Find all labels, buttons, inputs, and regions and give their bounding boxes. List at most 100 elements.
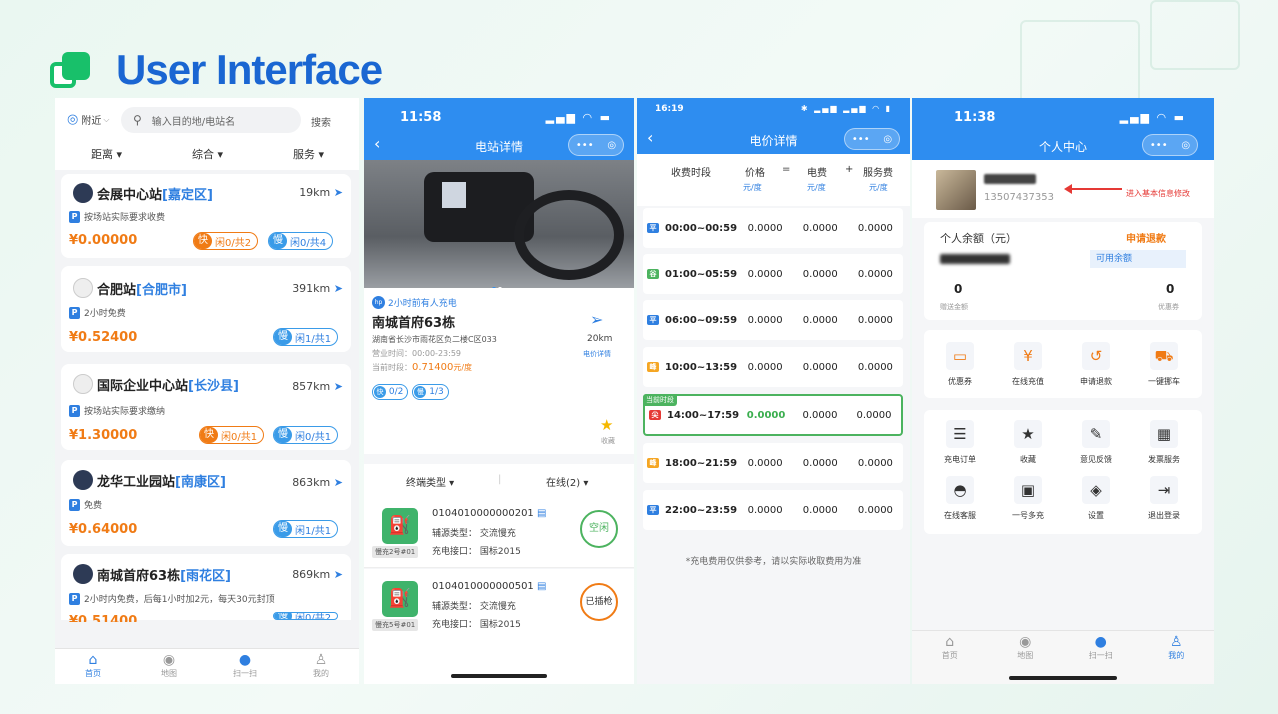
page-title: User Interface bbox=[116, 46, 383, 93]
station-district: [南康区] bbox=[175, 474, 226, 490]
price-footnote: *充电费用仅供参考，请以实际收取费用为准 bbox=[685, 557, 862, 567]
search-placeholder: 输入目的地/电站名 bbox=[151, 116, 236, 128]
price-row: 峰 10:00~13:59 0.0000 0.0000 0.0000 bbox=[643, 347, 903, 387]
miniapp-capsule[interactable]: ••• ◎ bbox=[1142, 134, 1198, 156]
grid-item-recharge[interactable]: ¥ 在线充值 bbox=[996, 342, 1060, 387]
grid-item-logout[interactable]: ⇥ 退出登录 bbox=[1132, 476, 1196, 521]
terminal-id: 0104010000000501 ▤ bbox=[432, 581, 547, 592]
grid-item-invoice[interactable]: ▦ 发票服务 bbox=[1132, 420, 1196, 465]
station-price: ¥0.51400 bbox=[69, 614, 138, 622]
refund-link[interactable]: 申请退款 bbox=[1126, 230, 1166, 245]
station-card[interactable]: 龙华工业园站 [南康区] 863km ➤ P 免费 ¥0.64000 慢闲1/共1 bbox=[61, 460, 351, 546]
coupon-count: 0 bbox=[1166, 282, 1175, 296]
station-card[interactable]: 会展中心站 [嘉定区] 19km ➤ P 按场站实际要求收费 ¥0.00000 快闲… bbox=[61, 174, 351, 258]
nav-bar: 16:19 ✱ ▂▄▆ ▂▄▆ ◠ ▮ ‹ 电价详情 ••• ◎ bbox=[637, 98, 910, 154]
slow-charger-badge: 慢闲0/共2 bbox=[273, 612, 339, 620]
current-period-tag: 当前时段 bbox=[643, 394, 677, 406]
status-time: 11:58 bbox=[400, 110, 442, 125]
navigate-icon: ➤ bbox=[333, 282, 343, 295]
business-hours: 营业时间：00:00-23:59 bbox=[372, 349, 461, 358]
station-card[interactable]: 合肥站 [合肥市] 391km ➤ P 2小时免费 ¥0.52400 慢闲1/共1 bbox=[61, 266, 351, 352]
grid-item-move-car[interactable]: ⛟ 一键挪车 bbox=[1132, 342, 1196, 387]
station-name: 南城首府63栋 bbox=[372, 316, 456, 331]
miniapp-capsule[interactable]: ••• ◎ bbox=[568, 134, 624, 156]
filter-service[interactable]: 服务 ▾ bbox=[293, 146, 324, 162]
period-valley-icon: 谷 bbox=[647, 269, 659, 279]
price-row: 平 06:00~09:59 0.0000 0.0000 0.0000 bbox=[643, 300, 903, 340]
tab-bar: ⌂ 首页 ◉ 地图 ● 扫一扫 ♙ 我的 bbox=[912, 630, 1214, 670]
grid-item-refund[interactable]: ↺ 申请退款 bbox=[1064, 342, 1128, 387]
fast-charger-badge: 快闲0/共2 bbox=[193, 232, 259, 250]
grid-item-favorites[interactable]: ★ 收藏 bbox=[996, 420, 1060, 465]
status-badge: 已插枪 bbox=[580, 583, 618, 621]
service-grid: ☰ 充电订单 ★ 收藏 ✎ 意见反馈 ▦ 发票服务 ◓ 在线客服 ▣ 一号多充 ◈ 设置 ⇥ 退… bbox=[924, 410, 1202, 534]
page-header: User Interface bbox=[48, 46, 383, 94]
star-icon[interactable]: ★ bbox=[600, 416, 613, 434]
tab-map[interactable]: ◉ 地图 bbox=[988, 631, 1064, 670]
filter-online[interactable]: 在线(2) ▾ bbox=[546, 474, 588, 489]
location-selector[interactable]: ◎ 附近 ⌵ bbox=[67, 112, 109, 127]
parking-note: 免费 bbox=[84, 501, 103, 511]
tab-scan[interactable]: ● 扫一扫 bbox=[207, 649, 283, 684]
terminal-tag: 慢充2号#01 bbox=[372, 546, 419, 558]
multi-charge-icon: ▣ bbox=[1014, 476, 1042, 504]
profile-section[interactable]: 13507437353 进入基本信息修改 bbox=[912, 160, 1214, 218]
tab-scan[interactable]: ● 扫一扫 bbox=[1063, 631, 1139, 670]
fast-charger-badge: 快闲0/共1 bbox=[199, 426, 265, 444]
close-circle-icon: ◎ bbox=[1181, 139, 1191, 151]
edit-hint: 进入基本信息修改 bbox=[1126, 189, 1190, 198]
period-peak-icon: 峰 bbox=[647, 458, 659, 468]
gift-amount: 0 bbox=[954, 282, 963, 296]
logo-icon bbox=[48, 50, 94, 90]
navigate-icon[interactable]: ➢ bbox=[590, 310, 603, 329]
station-avatar bbox=[73, 278, 93, 298]
terminal-item[interactable]: ⛽ 慢充2号#01 0104010000000201 ▤ 辅源类型： 交流慢充 … bbox=[364, 496, 634, 568]
scan-icon: ● bbox=[238, 652, 252, 668]
charger-icon: ⛽ bbox=[382, 508, 418, 544]
tab-map[interactable]: ◉ 地图 bbox=[131, 649, 207, 684]
station-address: 湖南省长沙市雨花区负二楼C区033 bbox=[372, 335, 497, 344]
tab-mine[interactable]: ♙ 我的 bbox=[1139, 631, 1215, 670]
price-detail-link[interactable]: 电价详情 bbox=[583, 349, 611, 359]
grid-item-feedback[interactable]: ✎ 意见反馈 bbox=[1064, 420, 1128, 465]
filter-terminal-type[interactable]: 终端类型 ▾ bbox=[406, 474, 454, 489]
terminal-item[interactable]: ⛽ 慢充5号#01 0104010000000501 ▤ 辅源类型： 交流慢充 … bbox=[364, 569, 634, 641]
grid-item-support[interactable]: ◓ 在线客服 bbox=[928, 476, 992, 521]
headset-icon: ◓ bbox=[946, 476, 974, 504]
charger-icon: ⛽ bbox=[382, 581, 418, 617]
station-distance: 857km ➤ bbox=[292, 380, 343, 393]
user-phone: 13507437353 bbox=[984, 192, 1054, 203]
tab-home[interactable]: ⌂ 首页 bbox=[55, 649, 131, 684]
carousel-dots bbox=[492, 276, 504, 291]
search-button[interactable]: 搜索 bbox=[311, 114, 331, 129]
tab-mine[interactable]: ♙ 我的 bbox=[283, 649, 359, 684]
station-district: [合肥市] bbox=[136, 282, 187, 298]
search-icon: ⚲ bbox=[133, 113, 142, 127]
parking-note: 2小时免费 bbox=[84, 309, 126, 319]
tab-home[interactable]: ⌂ 首页 bbox=[912, 631, 988, 670]
search-input[interactable]: ⚲ 输入目的地/电站名 bbox=[121, 107, 301, 133]
station-card[interactable]: 南城首府63栋 [雨花区] 869km ➤ P 2小时内免费，后每1小时加2元，每天… bbox=[61, 554, 351, 622]
nav-bar: 11:38 ▂▄▆ ◠ ▬ 个人中心 ••• ◎ bbox=[912, 98, 1214, 160]
station-card[interactable]: 国际企业中心站 [长沙县] 857km ➤ P 按场站实际要求缴纳 ¥1.30000… bbox=[61, 364, 351, 450]
terminal-filter-bar: 终端类型 ▾ | 在线(2) ▾ bbox=[364, 464, 634, 496]
miniapp-capsule[interactable]: ••• ◎ bbox=[844, 128, 900, 150]
grid-item-coupon[interactable]: ▭ 优惠券 bbox=[928, 342, 992, 387]
grid-item-settings[interactable]: ◈ 设置 bbox=[1064, 476, 1128, 521]
price-row: 峰 18:00~21:59 0.0000 0.0000 0.0000 bbox=[643, 443, 903, 483]
more-icon: ••• bbox=[851, 133, 870, 145]
status-badge: 空闲 bbox=[580, 510, 618, 548]
grid-item-orders[interactable]: ☰ 充电订单 bbox=[928, 420, 992, 465]
filter-overall[interactable]: 综合 ▾ bbox=[192, 146, 223, 162]
close-circle-icon: ◎ bbox=[607, 139, 617, 151]
slow-charger-badge: 慢闲1/共1 bbox=[273, 328, 339, 346]
filter-distance[interactable]: 距离 ▾ bbox=[91, 146, 122, 162]
parking-icon: P bbox=[69, 210, 80, 223]
close-circle-icon: ◎ bbox=[883, 133, 893, 145]
price-row: 平 00:00~00:59 0.0000 0.0000 0.0000 bbox=[643, 208, 903, 248]
station-name: 南城首府63栋 bbox=[97, 568, 181, 584]
refund-icon: ↺ bbox=[1082, 342, 1110, 370]
home-indicator bbox=[451, 674, 547, 678]
status-icons: ▂▄▆ ◠ ▬ bbox=[545, 111, 612, 124]
grid-item-multi-charge[interactable]: ▣ 一号多充 bbox=[996, 476, 1060, 521]
